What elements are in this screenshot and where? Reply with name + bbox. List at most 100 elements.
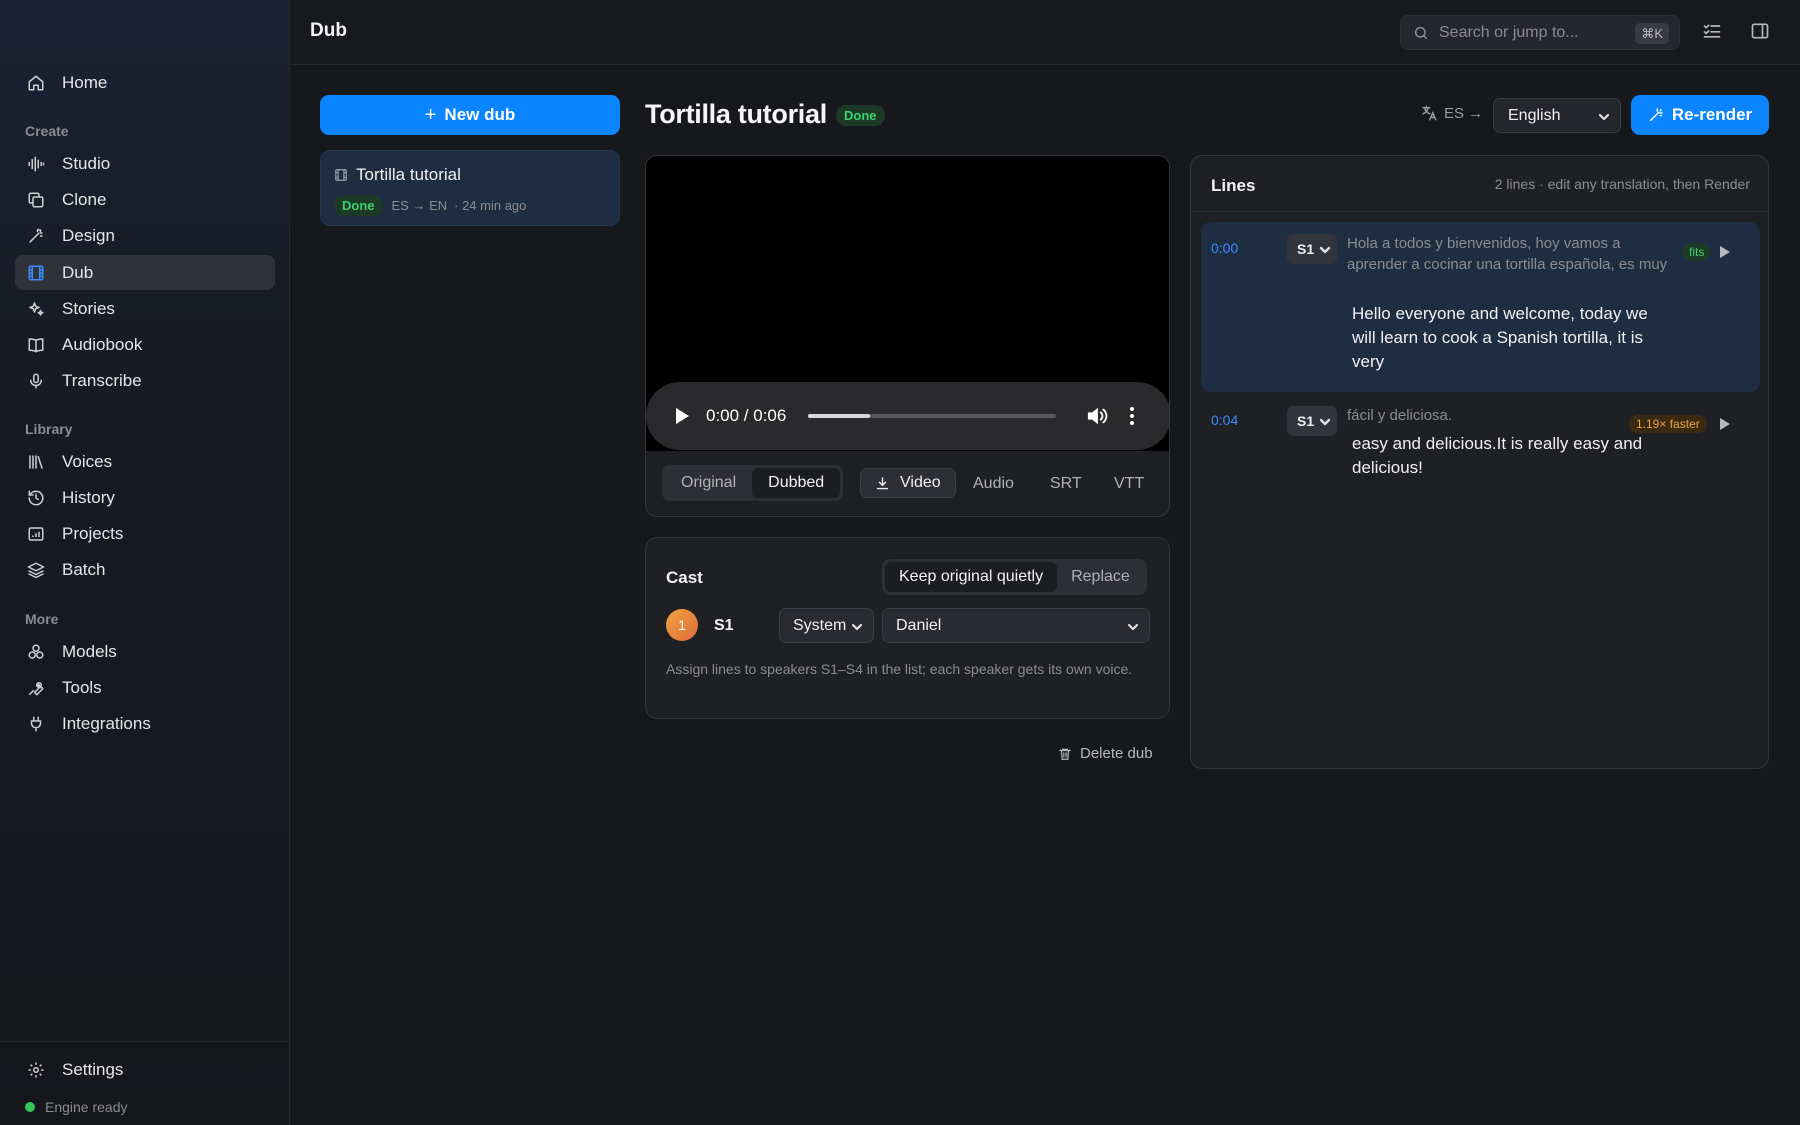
sidebar-footer: Settings Engine ready	[0, 1041, 290, 1125]
download-srt-button[interactable]: SRT	[1050, 475, 1082, 493]
lines-header: Lines 2 lines · edit any translation, th…	[1191, 156, 1768, 212]
sidebar-item-transcribe[interactable]: Transcribe	[15, 363, 275, 398]
line-fit-badge: 1.19× faster	[1629, 415, 1707, 433]
line-speaker-select[interactable]: S1	[1287, 234, 1337, 264]
sidebar-item-label: History	[62, 487, 115, 507]
view-option-dubbed[interactable]: Dubbed	[752, 468, 841, 498]
lines-summary: 2 lines · edit any translation, then Ren…	[1494, 176, 1750, 192]
trash-icon	[1059, 748, 1071, 760]
magic-wand-icon	[26, 226, 46, 246]
mix-toggle: Keep original quietly Replace	[882, 559, 1147, 595]
download-vtt-button[interactable]: VTT	[1114, 475, 1144, 493]
sidebar-item-audiobook[interactable]: Audiobook	[15, 327, 275, 362]
sidebar-item-label: Transcribe	[62, 370, 142, 390]
language-route: ES →	[1420, 104, 1483, 122]
rerender-button[interactable]: Re-render	[1631, 95, 1769, 135]
sidebar-item-label: Home	[62, 72, 108, 92]
lines-panel: Lines 2 lines · edit any translation, th…	[1190, 155, 1769, 769]
sidebar-item-design[interactable]: Design	[15, 218, 275, 253]
sidebar-item-stories[interactable]: Stories	[15, 291, 275, 326]
engine-status: Engine ready	[25, 1099, 128, 1115]
sidebar-item-tools[interactable]: Tools	[15, 670, 275, 705]
sparkles-icon	[26, 299, 46, 319]
line-translation-input[interactable]: Hello everyone and welcome, today we wil…	[1352, 302, 1652, 374]
mix-option-replace[interactable]: Replace	[1057, 562, 1144, 592]
dub-item-age: · 24 min ago	[454, 198, 527, 213]
sidebar-item-label: Studio	[62, 153, 111, 173]
status-badge: Done	[334, 195, 383, 216]
cast-title: Cast	[666, 568, 703, 587]
checklist-icon[interactable]	[1701, 20, 1723, 42]
line-row[interactable]: 0:04 S1 fácil y deliciosa. easy and deli…	[1201, 394, 1760, 504]
download-video-button[interactable]: Video	[860, 468, 956, 498]
player-panel: 0:00 / 0:06 Original Dubbed Video Audio …	[645, 155, 1170, 517]
sidebar-item-projects[interactable]: Projects	[15, 516, 275, 551]
sidebar-section-more: More	[25, 611, 59, 627]
engine-status-label: Engine ready	[45, 1099, 128, 1115]
dub-item-meta: Done ES → EN · 24 min ago	[334, 195, 526, 216]
line-speaker-select[interactable]: S1	[1287, 406, 1337, 436]
sidebar-item-clone[interactable]: Clone	[15, 182, 275, 217]
voice-select[interactable]: Daniel	[882, 608, 1150, 643]
chevron-down-icon	[1598, 110, 1610, 122]
chevron-down-icon	[851, 620, 863, 632]
line-speaker-value: S1	[1297, 241, 1315, 257]
new-dub-button[interactable]: + New dub	[320, 95, 620, 135]
target-language-select[interactable]: English	[1493, 98, 1621, 133]
home-icon	[26, 73, 46, 93]
line-row[interactable]: 0:00 S1 Hola a todos y bienvenidos, hoy …	[1201, 222, 1760, 392]
sidebar-item-history[interactable]: History	[15, 480, 275, 515]
more-options-icon[interactable]	[1128, 406, 1136, 426]
line-timestamp[interactable]: 0:00	[1211, 240, 1238, 256]
sidebar-item-dub[interactable]: Dub	[15, 255, 275, 290]
download-icon	[876, 476, 889, 489]
voice-source-select[interactable]: System	[779, 608, 874, 643]
sidebar-item-label: Models	[62, 641, 117, 661]
sidebar-section-create: Create	[25, 123, 69, 139]
sidebar-item-label: Settings	[62, 1059, 124, 1079]
sidebar-item-voices[interactable]: Voices	[15, 444, 275, 479]
gear-icon	[26, 1060, 46, 1080]
line-source-text: fácil y deliciosa.	[1347, 407, 1453, 424]
sidebar-item-label: Stories	[62, 298, 115, 318]
view-option-original[interactable]: Original	[665, 468, 752, 498]
download-audio-button[interactable]: Audio	[973, 475, 1014, 493]
search-box[interactable]: ⌘K	[1400, 15, 1680, 50]
download-video-label: Video	[900, 474, 941, 491]
voice-value: Daniel	[896, 616, 942, 634]
dub-item-title: Tortilla tutorial	[356, 165, 461, 184]
sidebar-item-home[interactable]: Home	[15, 65, 275, 100]
mix-option-keep-original[interactable]: Keep original quietly	[885, 562, 1058, 592]
sidebar-item-label: Integrations	[62, 713, 151, 733]
sidebar-item-label: Voices	[62, 451, 113, 471]
line-translation-input[interactable]: easy and delicious.It is really easy and…	[1352, 432, 1652, 480]
lines-title: Lines	[1211, 176, 1256, 195]
sidebar-toggle-icon[interactable]	[1749, 20, 1771, 42]
chevron-down-icon	[1319, 415, 1331, 427]
play-icon[interactable]	[1719, 417, 1731, 431]
sidebar-item-batch[interactable]: Batch	[15, 552, 275, 587]
sidebar-item-label: Audiobook	[62, 334, 143, 354]
sidebar-item-integrations[interactable]: Integrations	[15, 706, 275, 741]
line-timestamp[interactable]: 0:04	[1211, 412, 1238, 428]
magic-wand-icon	[1649, 108, 1663, 122]
plug-icon	[26, 714, 46, 734]
voice-source-value: System	[793, 616, 847, 634]
page-title: Dub	[310, 20, 347, 41]
play-icon[interactable]	[674, 407, 690, 425]
translate-icon	[1420, 104, 1438, 122]
play-icon[interactable]	[1719, 245, 1731, 259]
playback-scrubber[interactable]	[808, 414, 1056, 418]
search-input[interactable]	[1439, 23, 1629, 42]
delete-dub-button[interactable]: Delete dub	[1058, 745, 1153, 762]
dub-list-item[interactable]: Tortilla tutorial Done ES → EN · 24 min …	[320, 150, 620, 226]
volume-icon[interactable]	[1086, 406, 1108, 426]
sidebar-item-settings[interactable]: Settings	[15, 1052, 275, 1087]
status-badge: Done	[836, 105, 885, 126]
sidebar-section-library: Library	[25, 421, 73, 437]
audio-player: 0:00 / 0:06	[646, 382, 1169, 450]
book-icon	[26, 335, 46, 355]
delete-dub-label: Delete dub	[1080, 745, 1153, 762]
sidebar-item-models[interactable]: Models	[15, 634, 275, 669]
sidebar-item-studio[interactable]: Studio	[15, 146, 275, 181]
